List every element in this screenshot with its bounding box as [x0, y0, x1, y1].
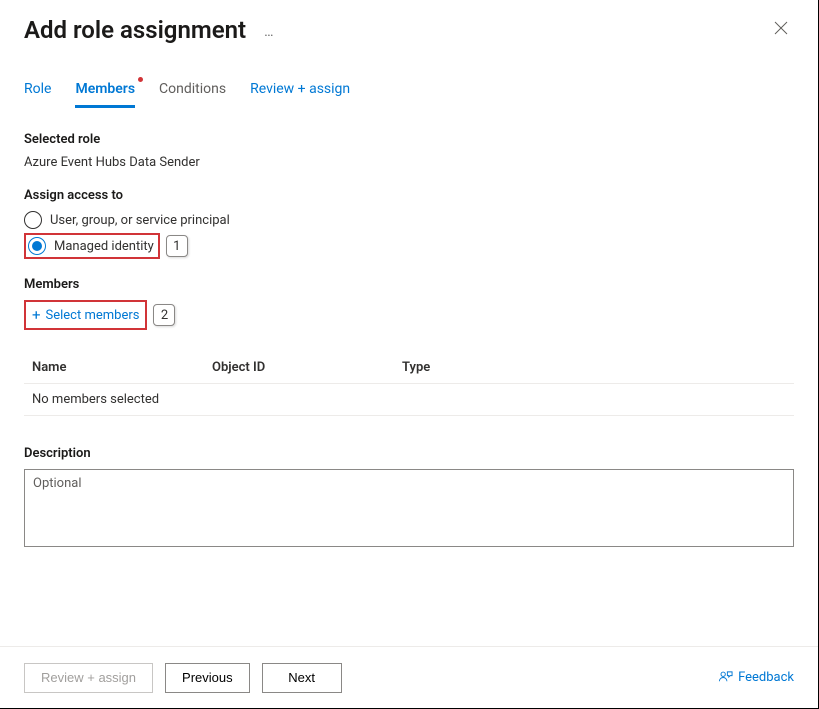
radio-user-group-sp[interactable]: User, group, or service principal — [24, 211, 794, 229]
callout-highlight: Managed identity — [24, 233, 160, 259]
members-table: Name Object ID Type No members selected — [24, 352, 794, 416]
tab-bar: Role Members Conditions Review + assign — [0, 81, 818, 108]
more-menu-icon[interactable]: … — [264, 24, 275, 40]
feedback-text: Feedback — [738, 670, 794, 685]
members-label: Members — [24, 277, 794, 292]
tab-members[interactable]: Members — [75, 81, 135, 108]
description-input[interactable] — [24, 469, 794, 547]
description-label: Description — [24, 446, 794, 461]
page-title: Add role assignment — [24, 16, 246, 44]
callout-number: 1 — [166, 235, 188, 257]
tab-review-assign[interactable]: Review + assign — [250, 81, 350, 108]
radio-inner-dot — [32, 241, 42, 251]
next-button[interactable]: Next — [262, 663, 342, 693]
select-members-text: Select members — [46, 308, 140, 323]
feedback-icon — [718, 670, 733, 685]
members-empty-row: No members selected — [24, 384, 794, 415]
tab-members-label: Members — [75, 81, 135, 97]
plus-icon: + — [32, 306, 41, 324]
select-members-link[interactable]: + Select members — [26, 302, 145, 328]
tab-dot-indicator — [138, 77, 143, 82]
footer-bar: Review + assign Previous Next Feedback — [0, 646, 818, 708]
close-button[interactable] — [768, 14, 794, 45]
col-header-type: Type — [402, 360, 562, 375]
members-empty-text: No members selected — [32, 392, 212, 407]
radio-managed-identity[interactable]: Managed identity — [26, 235, 158, 257]
assign-access-label: Assign access to — [24, 188, 794, 203]
members-table-header: Name Object ID Type — [24, 352, 794, 384]
col-header-name: Name — [32, 360, 212, 375]
col-header-object: Object ID — [212, 360, 402, 375]
close-icon — [774, 21, 788, 35]
radio-icon — [28, 237, 46, 255]
callout-highlight: + Select members — [24, 300, 147, 330]
content-area: Selected role Azure Event Hubs Data Send… — [0, 108, 818, 646]
tab-conditions[interactable]: Conditions — [159, 81, 226, 108]
tab-role[interactable]: Role — [24, 81, 51, 108]
previous-button[interactable]: Previous — [165, 663, 250, 693]
page-header: Add role assignment … — [0, 0, 818, 45]
review-assign-button[interactable]: Review + assign — [24, 663, 153, 693]
radio-user-group-sp-label: User, group, or service principal — [50, 213, 230, 228]
radio-managed-identity-label: Managed identity — [54, 239, 154, 254]
page-root: Add role assignment … Role Members Condi… — [0, 0, 819, 709]
radio-icon — [24, 211, 42, 229]
selected-role-value: Azure Event Hubs Data Sender — [24, 155, 794, 170]
callout-number: 2 — [153, 304, 175, 326]
selected-role-label: Selected role — [24, 132, 794, 147]
feedback-link[interactable]: Feedback — [718, 670, 794, 685]
